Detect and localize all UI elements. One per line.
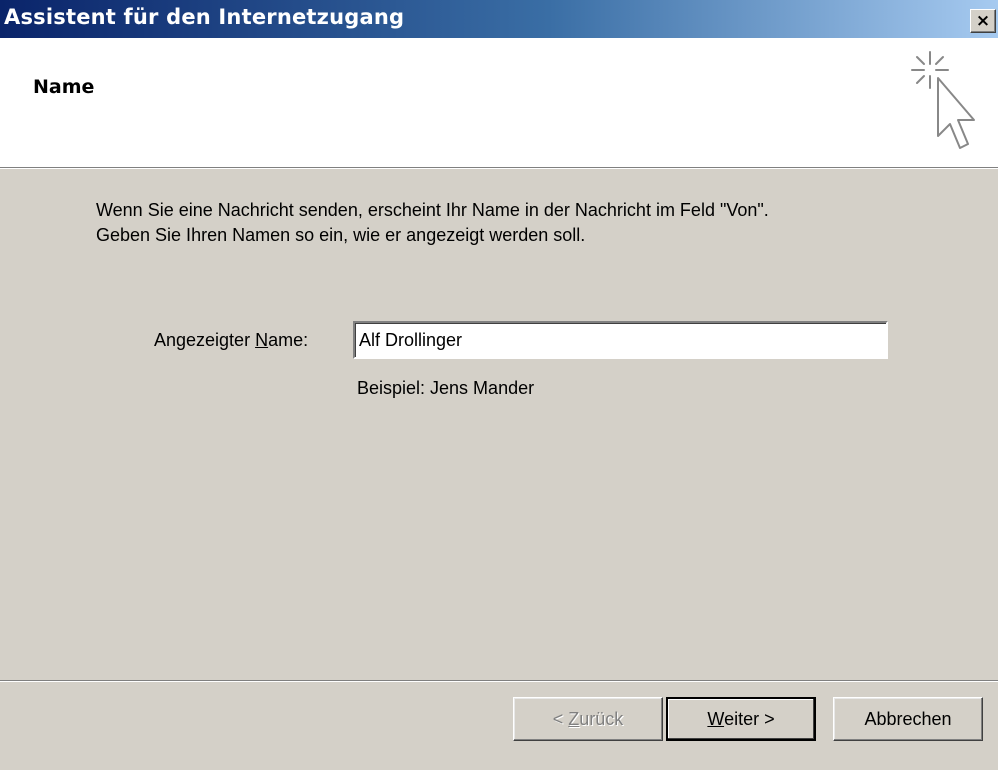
display-name-input[interactable] bbox=[353, 321, 888, 359]
footer-divider bbox=[0, 680, 998, 682]
intro-line-2: Geben Sie Ihren Namen so ein, wie er ang… bbox=[96, 225, 586, 245]
example-text: Beispiel: Jens Mander bbox=[357, 378, 535, 398]
title-bar[interactable]: Assistent für den Internetzugang × bbox=[0, 0, 998, 38]
intro-text: Wenn Sie eine Nachricht senden, erschein… bbox=[96, 198, 956, 248]
page-title: Name bbox=[33, 76, 95, 98]
next-button[interactable]: Weiter > bbox=[666, 697, 816, 741]
display-name-label: Angezeigter Name: bbox=[154, 330, 308, 351]
header-divider bbox=[0, 167, 998, 169]
display-name-label-post: ame: bbox=[268, 330, 309, 350]
next-label-post: eiter > bbox=[724, 709, 775, 729]
back-button[interactable]: < Zurück bbox=[513, 697, 663, 741]
display-name-label-pre: Angezeigter bbox=[154, 330, 256, 350]
close-button[interactable]: × bbox=[970, 9, 996, 33]
back-label-hotkey: Z bbox=[568, 709, 580, 729]
back-label-pre: < bbox=[552, 709, 569, 729]
next-label-hotkey: W bbox=[707, 709, 725, 729]
wizard-header: Name bbox=[0, 38, 998, 167]
window-title: Assistent für den Internetzugang bbox=[4, 5, 405, 29]
close-icon: × bbox=[975, 11, 991, 31]
display-name-label-hotkey: N bbox=[255, 330, 269, 350]
wizard-window: Assistent für den Internetzugang × Name … bbox=[0, 0, 998, 770]
intro-line-1: Wenn Sie eine Nachricht senden, erschein… bbox=[96, 200, 769, 220]
wizard-cursor-icon bbox=[911, 51, 975, 149]
back-label-post: urück bbox=[579, 709, 624, 729]
cancel-button[interactable]: Abbrechen bbox=[833, 697, 983, 741]
